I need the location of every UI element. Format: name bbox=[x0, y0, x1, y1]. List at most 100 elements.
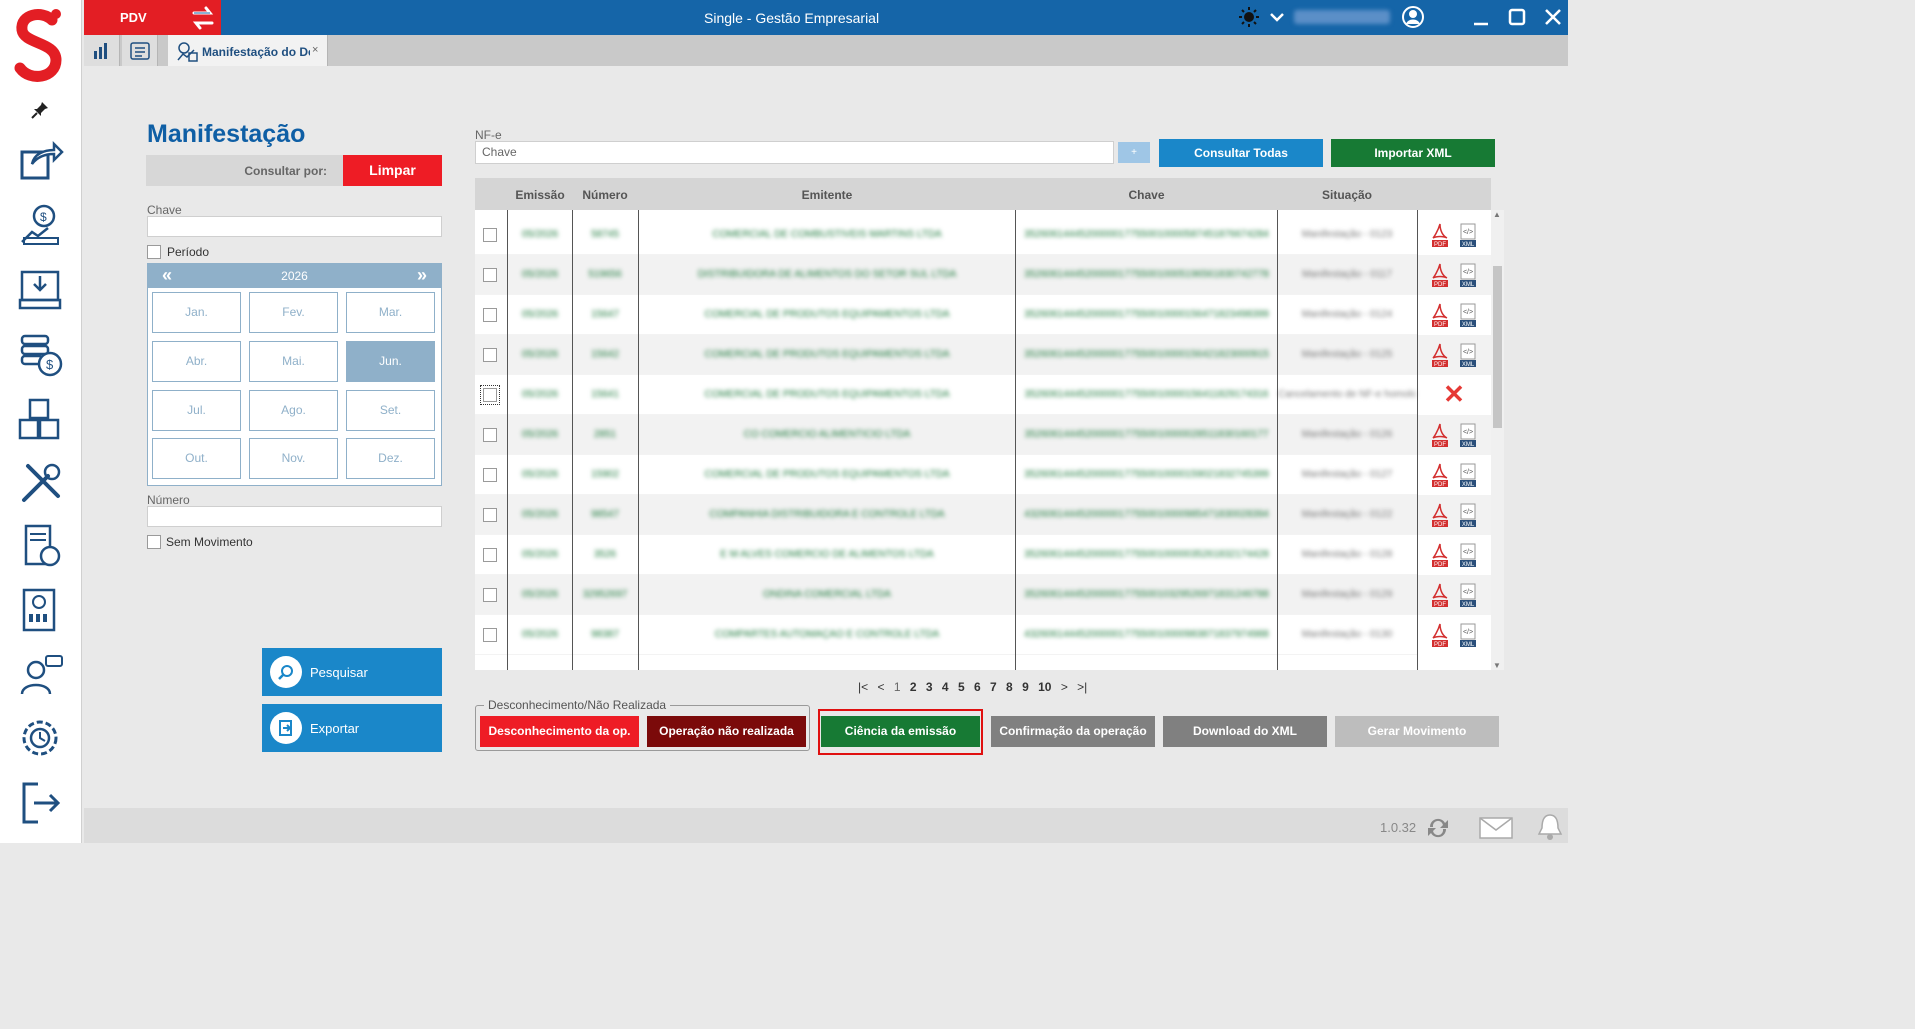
pdf-icon[interactable]: PDF bbox=[1431, 343, 1449, 367]
grid-scrollbar[interactable]: ▲ ▼ bbox=[1491, 210, 1504, 670]
minimize-icon[interactable] bbox=[1470, 6, 1492, 28]
month-oct[interactable]: Out. bbox=[152, 438, 241, 479]
row-checkbox[interactable] bbox=[483, 348, 497, 362]
table-row[interactable]: 05/2026 15641 COMERCIAL DE PRODUTOS EQUIPA… bbox=[475, 375, 1417, 415]
consult-all-button[interactable]: Consultar Todas bbox=[1159, 139, 1323, 167]
month-mar[interactable]: Mar. bbox=[346, 292, 435, 333]
bell-icon[interactable] bbox=[1536, 812, 1564, 842]
month-may[interactable]: Mai. bbox=[249, 341, 338, 382]
col-chave[interactable]: Chave bbox=[1016, 188, 1277, 202]
pin-icon[interactable] bbox=[30, 100, 50, 120]
sync-icon[interactable] bbox=[1424, 815, 1452, 841]
first-page-button[interactable]: |< bbox=[858, 680, 868, 694]
tab-list[interactable] bbox=[122, 35, 158, 66]
pdf-icon[interactable]: PDF bbox=[1431, 423, 1449, 447]
page-8[interactable]: 8 bbox=[1006, 680, 1013, 694]
table-row[interactable]: 05/2026 15642 COMERCIAL DE PRODUTOS EQUIPA… bbox=[475, 335, 1417, 375]
row-checkbox[interactable] bbox=[483, 628, 497, 642]
desconhecimento-button[interactable]: Desconhecimento da op. bbox=[480, 716, 639, 747]
boxes-icon[interactable] bbox=[18, 396, 64, 442]
share-icon[interactable] bbox=[18, 138, 64, 184]
pdf-icon[interactable]: PDF bbox=[1431, 583, 1449, 607]
xml-icon[interactable]: </> XML bbox=[1459, 623, 1477, 647]
scroll-down-icon[interactable]: ▼ bbox=[1493, 661, 1501, 670]
scroll-thumb[interactable] bbox=[1493, 266, 1502, 428]
pdf-icon[interactable]: PDF bbox=[1431, 463, 1449, 487]
xml-icon[interactable]: </> XML bbox=[1459, 423, 1477, 447]
clear-button[interactable]: Limpar bbox=[343, 155, 442, 186]
xml-icon[interactable]: </> XML bbox=[1459, 463, 1477, 487]
month-feb[interactable]: Fev. bbox=[249, 292, 338, 333]
table-row[interactable]: 05/2026 519656 DISTRIBUIDORA DE ALIMENTOS … bbox=[475, 255, 1417, 295]
last-page-button[interactable]: >| bbox=[1077, 680, 1087, 694]
money-upload-icon[interactable]: $ bbox=[18, 202, 64, 248]
pdf-icon[interactable]: PDF bbox=[1431, 303, 1449, 327]
row-checkbox[interactable] bbox=[483, 508, 497, 522]
row-checkbox[interactable] bbox=[483, 268, 497, 282]
table-row[interactable]: 05/2026 32952697 ONDINA COMERCIAL LTDA 3526… bbox=[475, 575, 1417, 615]
month-aug[interactable]: Ago. bbox=[249, 390, 338, 431]
coins-icon[interactable]: $ bbox=[18, 332, 64, 378]
xml-icon[interactable]: </> XML bbox=[1459, 263, 1477, 287]
search-button[interactable]: Pesquisar bbox=[262, 648, 442, 696]
page-3[interactable]: 3 bbox=[926, 680, 933, 694]
download-xml-button[interactable]: Download do XML bbox=[1163, 716, 1327, 747]
invoice-icon[interactable] bbox=[18, 524, 64, 570]
tab-close-icon[interactable]: × bbox=[312, 44, 318, 56]
xml-icon[interactable]: </> XML bbox=[1459, 583, 1477, 607]
inbox-icon[interactable] bbox=[18, 266, 64, 312]
pdv-button[interactable]: PDV bbox=[84, 0, 221, 35]
periodo-checkbox[interactable] bbox=[147, 245, 161, 259]
tools-icon[interactable] bbox=[18, 460, 64, 506]
close-icon[interactable] bbox=[1542, 6, 1564, 28]
maximize-icon[interactable] bbox=[1506, 6, 1528, 28]
xml-icon[interactable]: </> XML bbox=[1459, 543, 1477, 567]
support-icon[interactable] bbox=[18, 652, 64, 698]
xml-icon[interactable]: </> XML bbox=[1459, 223, 1477, 247]
operacao-nao-realizada-button[interactable]: Operação não realizada bbox=[647, 716, 806, 747]
page-9[interactable]: 9 bbox=[1022, 680, 1029, 694]
month-jun[interactable]: Jun. bbox=[346, 341, 435, 382]
col-emissao[interactable]: Emissão bbox=[509, 188, 571, 202]
next-year-button[interactable]: » bbox=[417, 265, 427, 286]
swap-icon[interactable] bbox=[188, 3, 218, 33]
table-row[interactable]: 05/2026 98547 COMPANHIA DISTRIBUIDORA E CO… bbox=[475, 495, 1417, 535]
xml-icon[interactable]: </> XML bbox=[1459, 303, 1477, 327]
month-jan[interactable]: Jan. bbox=[152, 292, 241, 333]
page-4[interactable]: 4 bbox=[942, 680, 949, 694]
chevron-down-icon[interactable] bbox=[1266, 6, 1288, 28]
col-situacao[interactable]: Situação bbox=[1278, 188, 1416, 202]
pdf-icon[interactable]: PDF bbox=[1431, 543, 1449, 567]
table-row[interactable]: 05/2026 2851 CO COMERCIO ALIMENTICIO LTDA 3… bbox=[475, 415, 1417, 455]
sem-movimento-checkbox[interactable] bbox=[147, 535, 161, 549]
theme-icon[interactable] bbox=[1238, 6, 1260, 28]
table-row[interactable]: 05/2026 58745 COMERCIAL DE COMBUSTIVEIS MA… bbox=[475, 215, 1417, 255]
table-row[interactable]: 05/2026 15902 COMERCIAL DE PRODUTOS EQUIPA… bbox=[475, 455, 1417, 495]
month-apr[interactable]: Abr. bbox=[152, 341, 241, 382]
prev-page-button[interactable]: < bbox=[877, 680, 884, 694]
user-icon[interactable] bbox=[1402, 6, 1424, 28]
month-dec[interactable]: Dez. bbox=[346, 438, 435, 479]
page-6[interactable]: 6 bbox=[974, 680, 981, 694]
nfe-chave-input[interactable]: Chave bbox=[475, 141, 1114, 164]
row-checkbox[interactable] bbox=[483, 428, 497, 442]
mail-icon[interactable] bbox=[1479, 817, 1513, 839]
export-button[interactable]: Exportar bbox=[262, 704, 442, 752]
page-1[interactable]: 1 bbox=[894, 680, 901, 694]
table-row[interactable]: 05/2026 98387 COMPARTES AUTOMAÇÃO E CONTRO… bbox=[475, 615, 1417, 655]
page-5[interactable]: 5 bbox=[958, 680, 965, 694]
numero-input[interactable] bbox=[147, 506, 442, 527]
tab-dashboard[interactable] bbox=[84, 35, 120, 66]
scroll-up-icon[interactable]: ▲ bbox=[1493, 210, 1501, 219]
pdf-icon[interactable]: PDF bbox=[1431, 623, 1449, 647]
chave-input[interactable] bbox=[147, 216, 442, 237]
month-sep[interactable]: Set. bbox=[346, 390, 435, 431]
month-jul[interactable]: Jul. bbox=[152, 390, 241, 431]
import-xml-button[interactable]: Importar XML bbox=[1331, 139, 1495, 167]
tab-manifestacao[interactable]: Manifestação do De × bbox=[168, 35, 328, 66]
month-nov[interactable]: Nov. bbox=[249, 438, 338, 479]
logout-icon[interactable] bbox=[18, 780, 64, 826]
xml-icon[interactable]: </> XML bbox=[1459, 503, 1477, 527]
row-checkbox[interactable] bbox=[483, 588, 497, 602]
page-7[interactable]: 7 bbox=[990, 680, 997, 694]
